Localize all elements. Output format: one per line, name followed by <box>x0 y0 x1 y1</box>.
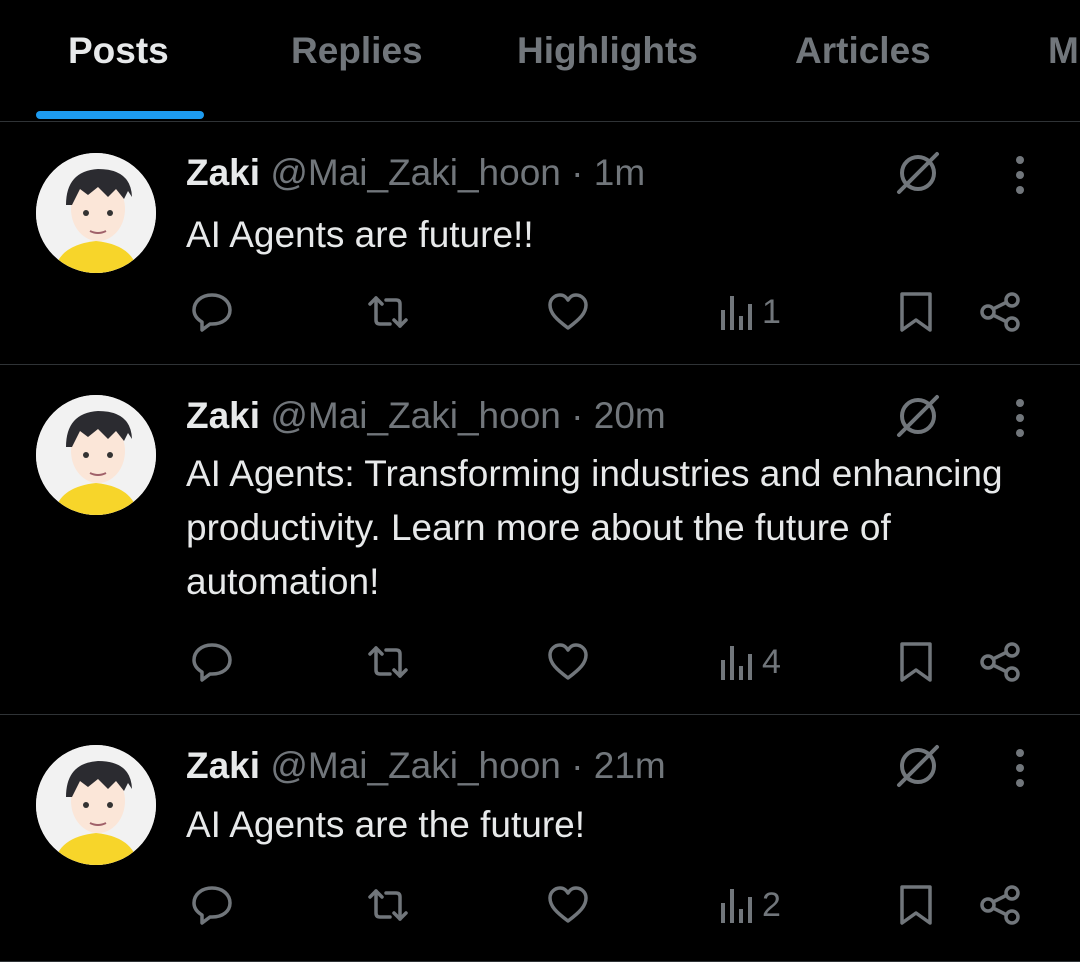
like-button[interactable] <box>546 637 590 687</box>
share-icon <box>978 883 1024 927</box>
reply-icon <box>190 883 234 927</box>
profile-tabs: Posts Replies Highlights Articles M <box>0 0 1080 122</box>
post[interactable]: Zaki @Mai_Zaki_hoon · 1m AI Agents are f… <box>0 122 1080 365</box>
share-icon <box>978 290 1024 334</box>
tab-media[interactable]: M <box>1048 30 1079 72</box>
post-timestamp[interactable]: 20m <box>594 395 666 436</box>
author-name[interactable]: Zaki <box>186 745 260 786</box>
share-button[interactable] <box>978 287 1024 337</box>
bookmark-button[interactable] <box>896 287 936 337</box>
more-icon[interactable] <box>1006 743 1034 793</box>
avatar[interactable] <box>36 395 156 515</box>
share-button[interactable] <box>978 880 1024 930</box>
share-icon <box>978 640 1024 684</box>
grok-icon[interactable] <box>893 741 943 791</box>
share-button[interactable] <box>978 637 1024 687</box>
reply-icon <box>190 290 234 334</box>
views-count: 2 <box>762 885 781 924</box>
views-count: 4 <box>762 642 781 681</box>
tab-replies[interactable]: Replies <box>291 30 423 72</box>
post-header: Zaki @Mai_Zaki_hoon · 21m <box>186 745 666 787</box>
views-icon <box>718 883 758 927</box>
avatar[interactable] <box>36 153 156 273</box>
author-handle[interactable]: @Mai_Zaki_hoon <box>270 745 561 786</box>
reply-icon <box>190 640 234 684</box>
grok-icon[interactable] <box>893 391 943 441</box>
post-actions: 2 <box>0 880 1080 930</box>
repost-icon <box>364 640 412 684</box>
bookmark-icon <box>896 883 936 927</box>
post-text: AI Agents: Transforming industries and e… <box>186 453 1003 602</box>
reply-button[interactable] <box>190 880 234 930</box>
author-name[interactable]: Zaki <box>186 395 260 436</box>
like-icon <box>546 883 590 927</box>
bookmark-button[interactable] <box>896 637 936 687</box>
views-count: 1 <box>762 292 781 331</box>
separator: · <box>571 152 584 193</box>
post[interactable]: Zaki @Mai_Zaki_hoon · 21m AI Agents are … <box>0 715 1080 962</box>
separator: · <box>571 745 584 786</box>
like-button[interactable] <box>546 287 590 337</box>
post-header: Zaki @Mai_Zaki_hoon · 20m <box>186 395 666 437</box>
tab-articles[interactable]: Articles <box>795 30 931 72</box>
repost-button[interactable] <box>364 287 412 337</box>
reply-button[interactable] <box>190 637 234 687</box>
like-icon <box>546 290 590 334</box>
more-icon[interactable] <box>1006 393 1034 443</box>
repost-icon <box>364 290 412 334</box>
repost-icon <box>364 883 412 927</box>
grok-icon[interactable] <box>893 148 943 198</box>
post-actions: 4 <box>0 637 1080 687</box>
tab-highlights[interactable]: Highlights <box>517 30 698 72</box>
bookmark-button[interactable] <box>896 880 936 930</box>
post-actions: 1 <box>0 287 1080 337</box>
post-header: Zaki @Mai_Zaki_hoon · 1m <box>186 152 645 194</box>
post-timestamp[interactable]: 21m <box>594 745 666 786</box>
like-icon <box>546 640 590 684</box>
bookmark-icon <box>896 640 936 684</box>
active-tab-indicator <box>36 111 204 119</box>
views-button[interactable]: 1 <box>718 287 781 337</box>
views-button[interactable]: 2 <box>718 880 781 930</box>
more-icon[interactable] <box>1006 150 1034 200</box>
repost-button[interactable] <box>364 637 412 687</box>
tab-posts[interactable]: Posts <box>68 30 169 72</box>
post-text: AI Agents are future!! <box>186 214 534 255</box>
separator: · <box>571 395 584 436</box>
views-button[interactable]: 4 <box>718 637 781 687</box>
post[interactable]: Zaki @Mai_Zaki_hoon · 20m AI Agents: Tra… <box>0 365 1080 715</box>
views-icon <box>718 290 758 334</box>
author-name[interactable]: Zaki <box>186 152 260 193</box>
post-text: AI Agents are the future! <box>186 804 586 845</box>
bookmark-icon <box>896 290 936 334</box>
repost-button[interactable] <box>364 880 412 930</box>
post-timestamp[interactable]: 1m <box>594 152 645 193</box>
reply-button[interactable] <box>190 287 234 337</box>
author-handle[interactable]: @Mai_Zaki_hoon <box>270 152 561 193</box>
author-handle[interactable]: @Mai_Zaki_hoon <box>270 395 561 436</box>
like-button[interactable] <box>546 880 590 930</box>
views-icon <box>718 640 758 684</box>
avatar[interactable] <box>36 745 156 865</box>
